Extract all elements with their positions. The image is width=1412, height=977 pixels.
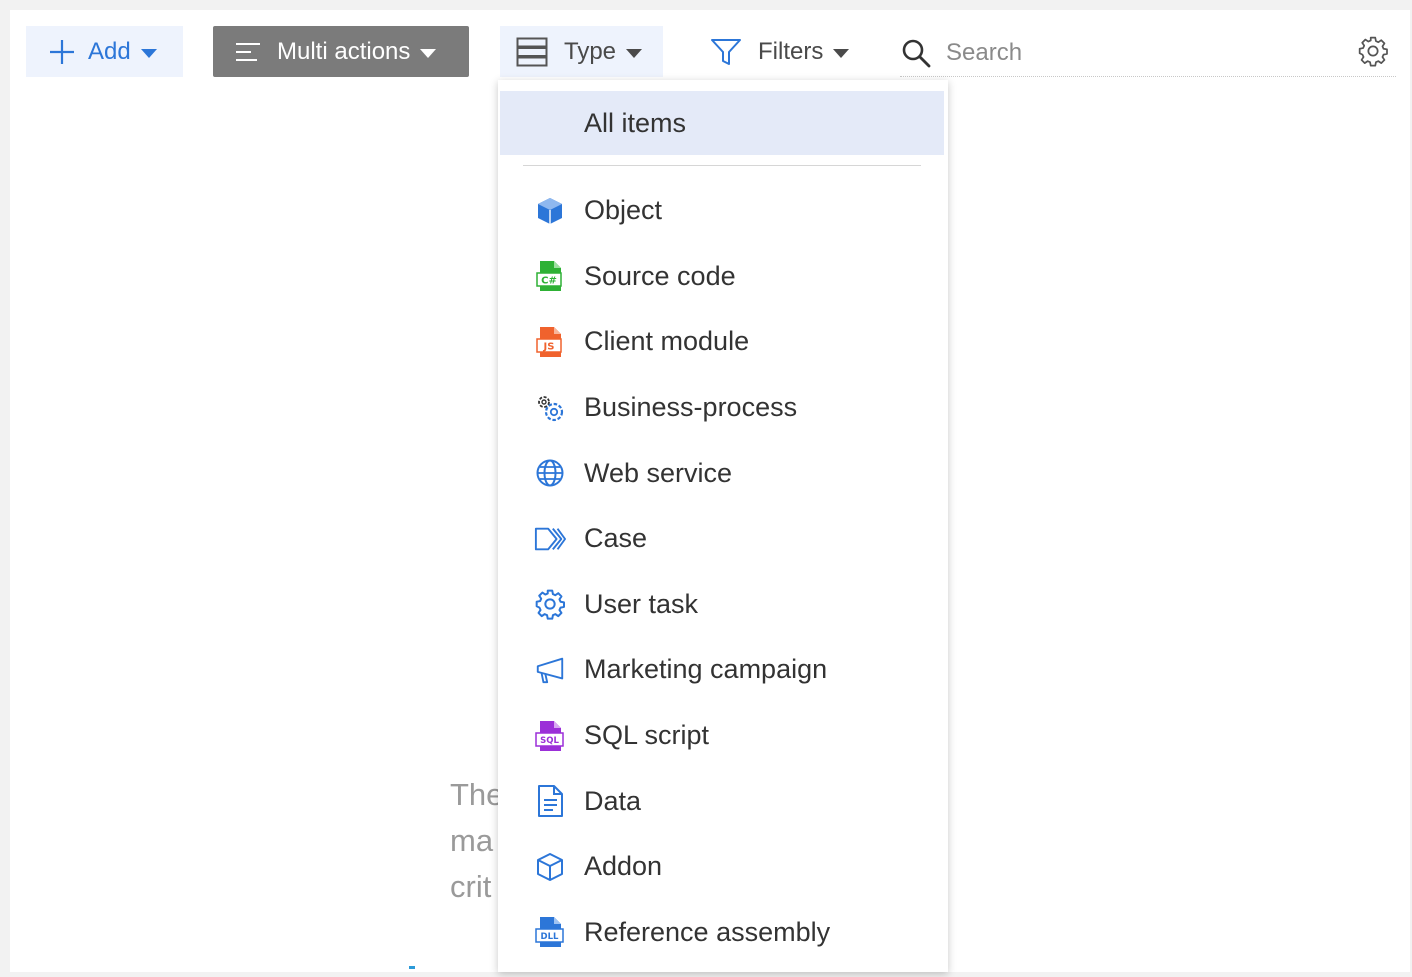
menu-item-sql-script[interactable]: SQL SQL script (498, 703, 948, 769)
menu-item-source-code[interactable]: C# Source code (498, 244, 948, 310)
menu-item-label: Web service (584, 457, 733, 488)
chevron-down-icon (420, 48, 437, 58)
empty-state-link-fragment (409, 966, 415, 969)
plus-icon (48, 38, 76, 66)
multi-actions-label: Multi actions (277, 37, 411, 65)
menu-item-label: Marketing campaign (584, 654, 828, 685)
document-icon (534, 785, 566, 818)
menu-item-label: Data (584, 785, 642, 816)
search-icon[interactable] (900, 37, 932, 69)
menu-item-label: Object (584, 195, 663, 226)
megaphone-icon (534, 654, 566, 686)
add-button-label: Add (88, 37, 131, 65)
menu-item-label: Case (584, 523, 648, 554)
menu-item-data[interactable]: Data (498, 768, 948, 834)
svg-text:JS: JS (543, 341, 555, 352)
sql-file-icon: SQL (534, 720, 566, 752)
menu-item-label: Client module (584, 326, 750, 357)
list-stack-icon (516, 37, 548, 67)
menu-item-marketing-campaign[interactable]: Marketing campaign (498, 637, 948, 703)
chevron-down-icon (140, 48, 157, 58)
toolbar: Add Multi actions Type Filters Search (10, 10, 1410, 90)
svg-text:SQL: SQL (540, 736, 559, 746)
cube-icon (534, 195, 566, 227)
menu-item-case[interactable]: Case (498, 506, 948, 572)
chevron-down-icon (833, 48, 850, 58)
csharp-file-icon: C# (534, 260, 566, 292)
multi-actions-button[interactable]: Multi actions (213, 26, 469, 77)
process-gears-icon (534, 392, 566, 424)
menu-item-label: Business-process (584, 392, 798, 423)
chevron-down-icon (626, 48, 643, 58)
menu-item-label: All items (584, 107, 687, 138)
globe-icon (534, 457, 566, 489)
menu-divider (523, 165, 921, 166)
svg-text:DLL: DLL (541, 932, 559, 942)
type-button-label: Type (564, 37, 617, 65)
page-frame: Add Multi actions Type Filters Search Th… (10, 10, 1410, 972)
search-input[interactable] (944, 38, 1328, 68)
menu-item-client-module[interactable]: JS Client module (498, 309, 948, 375)
menu-item-label: SQL script (584, 720, 710, 751)
gear-icon (1357, 35, 1389, 67)
js-file-icon: JS (534, 326, 566, 358)
menu-item-business-process[interactable]: Business-process (498, 375, 948, 441)
search-box (900, 30, 1396, 77)
menu-item-web-service[interactable]: Web service (498, 440, 948, 506)
case-chevrons-icon (534, 523, 566, 555)
funnel-icon (710, 37, 742, 67)
menu-item-label: Source code (584, 260, 736, 291)
add-button[interactable]: Add (26, 26, 183, 77)
menu-item-label: Reference assembly (584, 916, 831, 947)
menu-item-reference-assembly[interactable]: DLL Reference assembly (498, 900, 948, 966)
menu-item-addon[interactable]: Addon (498, 834, 948, 900)
gear-icon (534, 588, 566, 621)
menu-item-user-task[interactable]: User task (498, 572, 948, 638)
menu-item-label: User task (584, 588, 699, 619)
type-button[interactable]: Type (500, 26, 663, 77)
type-menu-list: Object C# Source code JS Client module B… (498, 178, 948, 965)
menu-item-label: Addon (584, 851, 663, 882)
menu-item-object[interactable]: Object (498, 178, 948, 244)
settings-button[interactable] (1356, 34, 1390, 68)
filters-button[interactable]: Filters (700, 26, 870, 77)
svg-text:C#: C# (541, 276, 557, 287)
menu-item-all-items[interactable]: All items (500, 91, 944, 155)
addon-cube-icon (534, 851, 566, 883)
dll-file-icon: DLL (534, 916, 566, 948)
list-lines-icon (235, 41, 261, 63)
filters-button-label: Filters (758, 37, 824, 65)
type-dropdown-menu: All items Object C# Source code JS Clien… (498, 80, 948, 972)
